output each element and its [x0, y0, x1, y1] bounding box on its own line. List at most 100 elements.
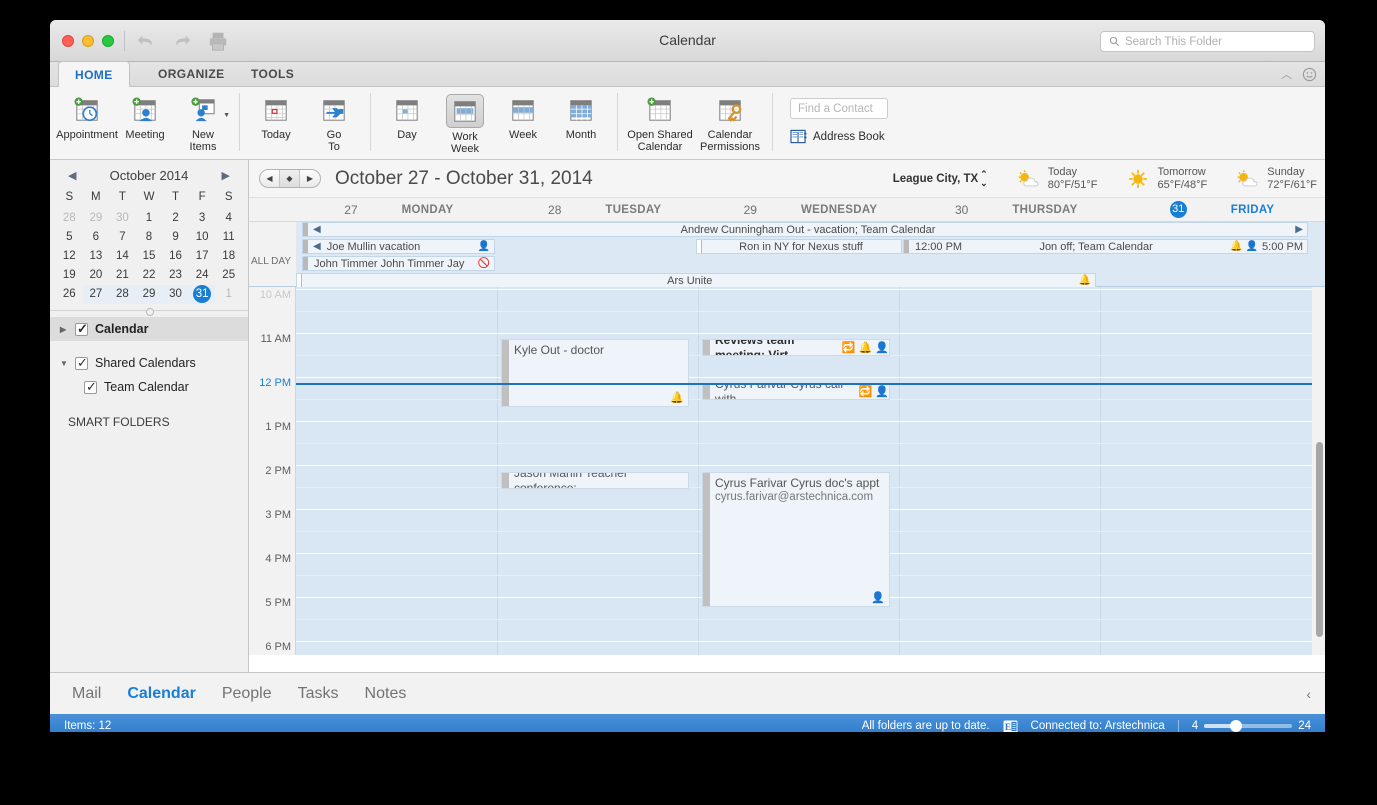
- grid-event-reviews-team-meeting[interactable]: Reviews team meeting; Virt 🔁 🔔 👤: [702, 339, 890, 356]
- sidebar-item-calendar[interactable]: ▶ Calendar: [50, 317, 248, 341]
- chevron-down-icon[interactable]: ▼: [60, 359, 68, 368]
- mini-calendar-day[interactable]: 16: [162, 247, 189, 266]
- weather-city-selector[interactable]: League City, TX ⌃⌄: [893, 170, 988, 188]
- mini-calendar-day[interactable]: 15: [136, 247, 163, 266]
- mini-calendar-day[interactable]: 23: [162, 266, 189, 285]
- day-header-monday[interactable]: 27 MONDAY: [296, 198, 502, 221]
- new-appointment-button[interactable]: Appointment: [58, 90, 116, 152]
- grid-event-cyrus-doc-appt[interactable]: Cyrus Farivar Cyrus doc's appt cyrus.far…: [702, 472, 890, 607]
- mini-calendar-day[interactable]: 10: [189, 228, 216, 247]
- mini-calendar-day[interactable]: 29: [136, 285, 163, 304]
- all-day-event-jon-off[interactable]: 12:00 PM Jon off; Team Calendar 🔔 👤 5:00…: [903, 239, 1308, 254]
- mini-calendar-day[interactable]: 11: [215, 228, 242, 247]
- mini-calendar-day[interactable]: 19: [56, 266, 83, 285]
- shared-calendars-checkbox[interactable]: [75, 357, 88, 370]
- time-grid[interactable]: 10 AM 11 AM 12 PM 1 PM 2 PM 3 PM 4 PM 5 …: [249, 287, 1325, 655]
- mini-calendar-day[interactable]: 6: [83, 228, 110, 247]
- search-this-folder-input[interactable]: Search This Folder: [1100, 31, 1315, 52]
- mini-calendar-day[interactable]: 28: [109, 285, 136, 304]
- all-day-event-joe-mullin[interactable]: ◀ Joe Mullin vacation 👤: [302, 239, 495, 254]
- chevron-right-icon[interactable]: ▶: [60, 325, 68, 334]
- mini-calendar-day[interactable]: 7: [109, 228, 136, 247]
- find-a-contact-input[interactable]: Find a Contact: [790, 98, 888, 119]
- day-header-friday[interactable]: 31 FRIDAY: [1119, 198, 1325, 221]
- city-stepper-icon[interactable]: ⌃⌄: [980, 170, 988, 188]
- mini-calendar-next-icon[interactable]: ▶: [222, 169, 230, 182]
- nav-tasks[interactable]: Tasks: [298, 685, 339, 703]
- nav-notes[interactable]: Notes: [365, 685, 407, 703]
- zoom-slider-knob[interactable]: [1230, 720, 1242, 732]
- mini-calendar-day[interactable]: 3: [189, 209, 216, 228]
- day-header-thursday[interactable]: 30 THURSDAY: [913, 198, 1119, 221]
- time-grid-body[interactable]: Kyle Out - doctor 🔔 Reviews team meeting…: [296, 287, 1312, 655]
- mini-calendar-day[interactable]: 8: [136, 228, 163, 247]
- smiley-feedback-icon[interactable]: [1302, 67, 1317, 82]
- mini-calendar-day[interactable]: 25: [215, 266, 242, 285]
- team-calendar-checkbox[interactable]: [84, 381, 97, 394]
- view-week-button[interactable]: Week: [494, 90, 552, 152]
- time-grid-scrollbar[interactable]: [1316, 442, 1323, 637]
- all-day-events[interactable]: ◀ Andrew Cunningham Out - vacation; Team…: [296, 222, 1325, 286]
- grid-event-kyle-out[interactable]: Kyle Out - doctor 🔔: [501, 339, 689, 407]
- address-book-button[interactable]: Address Book: [790, 129, 888, 144]
- mini-calendar-day[interactable]: 27: [83, 285, 110, 304]
- mini-calendar-day[interactable]: 13: [83, 247, 110, 266]
- mini-calendar-day[interactable]: 12: [56, 247, 83, 266]
- sidebar-splitter[interactable]: [50, 310, 248, 317]
- mini-calendar-day[interactable]: 30: [162, 285, 189, 304]
- calendar-checkbox[interactable]: [75, 323, 88, 336]
- new-items-button[interactable]: ▼ New Items: [174, 90, 232, 153]
- new-meeting-button[interactable]: Meeting: [116, 90, 174, 152]
- mini-calendar-day[interactable]: 1: [215, 285, 242, 304]
- mini-calendar-day[interactable]: 9: [162, 228, 189, 247]
- tab-home[interactable]: HOME: [58, 61, 130, 88]
- mini-calendar-day[interactable]: 28: [56, 209, 83, 228]
- today-button[interactable]: Today: [247, 90, 305, 152]
- all-day-event-andrew-cunningham[interactable]: ◀ Andrew Cunningham Out - vacation; Team…: [302, 222, 1308, 237]
- mini-calendar-day[interactable]: 14: [109, 247, 136, 266]
- nav-prev-button[interactable]: ◀: [260, 170, 280, 187]
- grid-event-cyrus-call[interactable]: Cyrus Farivar Cyrus call with 🔁 👤: [702, 383, 890, 400]
- mini-calendar-day[interactable]: 20: [83, 266, 110, 285]
- all-day-event-ron-in-ny[interactable]: Ron in NY for Nexus stuff: [696, 239, 902, 254]
- nav-next-button[interactable]: ▶: [300, 170, 320, 187]
- smart-folders-header[interactable]: SMART FOLDERS: [50, 399, 248, 429]
- zoom-slider[interactable]: 4 24: [1192, 720, 1311, 732]
- open-shared-calendar-button[interactable]: Open Shared Calendar: [625, 90, 695, 153]
- nav-today-button[interactable]: ◆: [280, 170, 300, 187]
- all-day-event-ars-unite[interactable]: Ars Unite 🔔: [296, 273, 1096, 288]
- mini-calendar-day[interactable]: 24: [189, 266, 216, 285]
- day-header-wednesday[interactable]: 29 WEDNESDAY: [708, 198, 914, 221]
- new-items-dropdown-icon[interactable]: ▼: [223, 110, 230, 122]
- mini-calendar-days[interactable]: 2829301234567891011121314151617181920212…: [50, 207, 248, 304]
- collapse-ribbon-icon[interactable]: ︿: [1281, 66, 1292, 82]
- mini-calendar-day[interactable]: 2: [162, 209, 189, 228]
- nav-people[interactable]: People: [222, 685, 272, 703]
- mini-calendar-day[interactable]: 29: [83, 209, 110, 228]
- mini-calendar-day[interactable]: 5: [56, 228, 83, 247]
- mini-calendar-day[interactable]: 26: [56, 285, 83, 304]
- grid-event-jason-marlin[interactable]: Jason Marlin Teacher conference;: [501, 472, 689, 489]
- mini-calendar-grid[interactable]: S M T W T F S: [50, 186, 248, 207]
- mini-calendar-day[interactable]: 21: [109, 266, 136, 285]
- mini-calendar-day[interactable]: 1: [136, 209, 163, 228]
- collapse-panel-icon[interactable]: ‹: [1306, 686, 1311, 702]
- tab-organize[interactable]: ORGANIZE: [142, 62, 241, 87]
- sidebar-item-team-calendar[interactable]: Team Calendar: [50, 375, 248, 399]
- sidebar-item-shared-calendars[interactable]: ▼ Shared Calendars: [50, 351, 248, 375]
- mini-calendar-day[interactable]: 22: [136, 266, 163, 285]
- mini-calendar-day[interactable]: 18: [215, 247, 242, 266]
- mini-calendar-day[interactable]: 30: [109, 209, 136, 228]
- nav-mail[interactable]: Mail: [72, 685, 101, 703]
- nav-calendar[interactable]: Calendar: [127, 685, 195, 703]
- mini-calendar-day[interactable]: 4: [215, 209, 242, 228]
- mini-calendar-day[interactable]: 31: [189, 285, 216, 304]
- zoom-slider-track[interactable]: [1204, 724, 1292, 728]
- date-nav-pill[interactable]: ◀ ◆ ▶: [259, 169, 321, 188]
- calendar-permissions-button[interactable]: Calendar Permissions: [695, 90, 765, 153]
- view-day-button[interactable]: Day: [378, 90, 436, 152]
- mini-calendar-prev-icon[interactable]: ◀: [68, 169, 76, 182]
- tab-tools[interactable]: TOOLS: [235, 62, 310, 87]
- view-work-week-button[interactable]: Work Week: [436, 90, 494, 155]
- day-header-tuesday[interactable]: 28 TUESDAY: [502, 198, 708, 221]
